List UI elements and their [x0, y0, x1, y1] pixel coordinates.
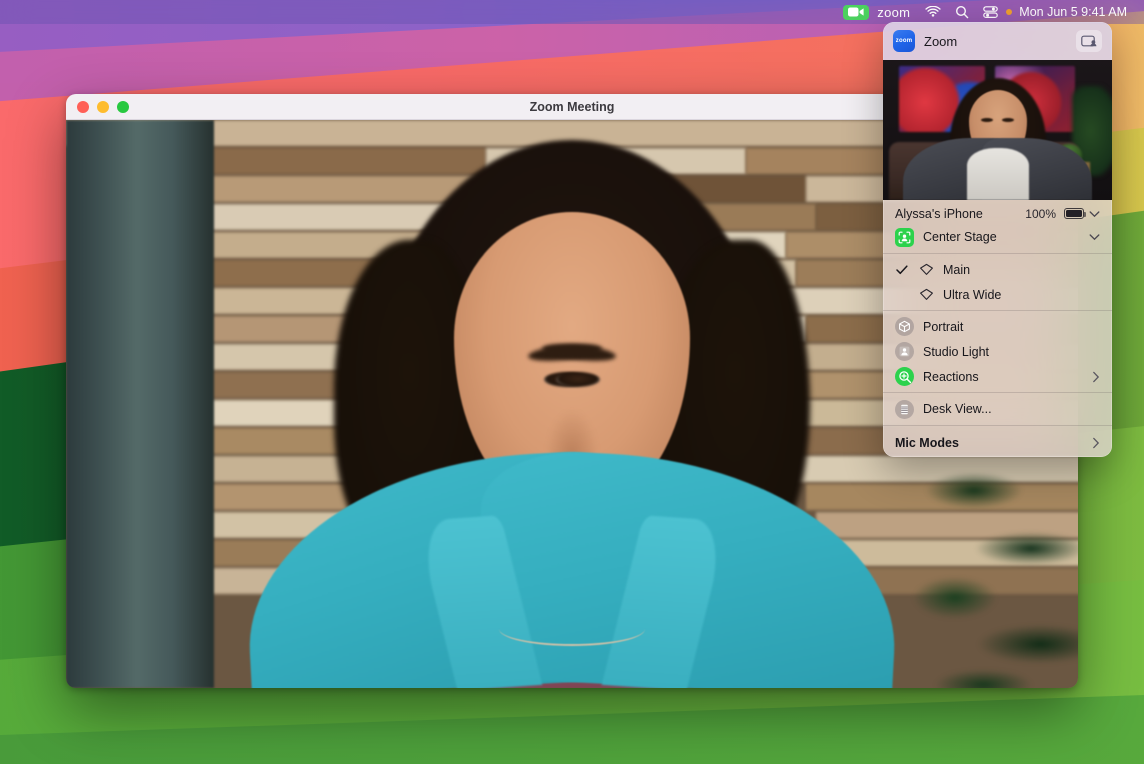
- camera-device-row[interactable]: Alyssa's iPhone 100%: [883, 200, 1112, 224]
- effect-label: Studio Light: [923, 345, 1100, 359]
- effect-row-reactions[interactable]: Reactions: [883, 364, 1112, 389]
- video-control-center-panel[interactable]: zoom Zoom: [883, 22, 1112, 457]
- lens-option-label: Ultra Wide: [943, 288, 1001, 302]
- menu-bar-app-name[interactable]: zoom: [875, 1, 918, 23]
- camera-in-use-icon[interactable]: [843, 5, 869, 20]
- center-stage-row[interactable]: Center Stage: [883, 224, 1112, 250]
- desktop: zoom Mon Jun 5 9:41 AM: [0, 0, 1144, 764]
- device-battery-percent: 100%: [1025, 207, 1056, 221]
- center-stage-icon: [895, 228, 914, 247]
- menu-bar-clock[interactable]: Mon Jun 5 9:41 AM: [1017, 1, 1134, 23]
- wifi-icon[interactable]: [918, 1, 948, 23]
- desk-view-row[interactable]: Desk View...: [883, 396, 1112, 422]
- panel-app-name: Zoom: [924, 34, 1067, 49]
- search-icon[interactable]: [948, 1, 976, 23]
- separator: [883, 425, 1112, 426]
- camera-device-name: Alyssa's iPhone: [895, 207, 1021, 221]
- camera-preview[interactable]: [883, 60, 1112, 200]
- effect-label: Portrait: [923, 320, 1100, 334]
- effect-row-studio-light[interactable]: Studio Light: [883, 339, 1112, 364]
- lens-icon: [918, 263, 934, 276]
- menu-bar: zoom Mon Jun 5 9:41 AM: [0, 0, 1144, 24]
- close-button[interactable]: [77, 101, 89, 113]
- battery-full-icon: [1064, 208, 1084, 219]
- separator: [883, 392, 1112, 393]
- zoom-app-icon: zoom: [893, 30, 915, 52]
- lens-option-main[interactable]: Main: [883, 257, 1112, 282]
- separator: [883, 253, 1112, 254]
- lens-option-ultra-wide[interactable]: Ultra Wide: [883, 282, 1112, 307]
- mic-modes-row[interactable]: Mic Modes: [883, 429, 1112, 457]
- reactions-icon: [895, 367, 914, 386]
- control-center-icon[interactable]: [976, 1, 1005, 23]
- window-controls[interactable]: [66, 101, 129, 113]
- chevron-down-icon[interactable]: [1089, 210, 1100, 218]
- chevron-right-icon[interactable]: [1092, 371, 1100, 383]
- checkmark-icon: [895, 265, 909, 275]
- mic-modes-label: Mic Modes: [895, 436, 1083, 450]
- lens-icon: [918, 288, 934, 301]
- effect-row-portrait[interactable]: Portrait: [883, 314, 1112, 339]
- video-preview-icon[interactable]: [1076, 30, 1102, 52]
- lens-option-label: Main: [943, 263, 970, 277]
- studio-light-icon: [895, 342, 914, 361]
- desk-view-icon: [895, 400, 914, 419]
- panel-header: zoom Zoom: [883, 22, 1112, 60]
- chevron-right-icon[interactable]: [1092, 437, 1100, 449]
- chevron-down-icon[interactable]: [1089, 233, 1100, 241]
- zoom-button[interactable]: [117, 101, 129, 113]
- minimize-button[interactable]: [97, 101, 109, 113]
- effect-label: Reactions: [923, 370, 1083, 384]
- separator: [883, 310, 1112, 311]
- center-stage-label: Center Stage: [923, 230, 1080, 244]
- portrait-icon: [895, 317, 914, 336]
- zoom-app-icon-label: zoom: [896, 38, 912, 44]
- orange-privacy-dot: [1006, 9, 1012, 15]
- desk-view-label: Desk View...: [923, 402, 1100, 416]
